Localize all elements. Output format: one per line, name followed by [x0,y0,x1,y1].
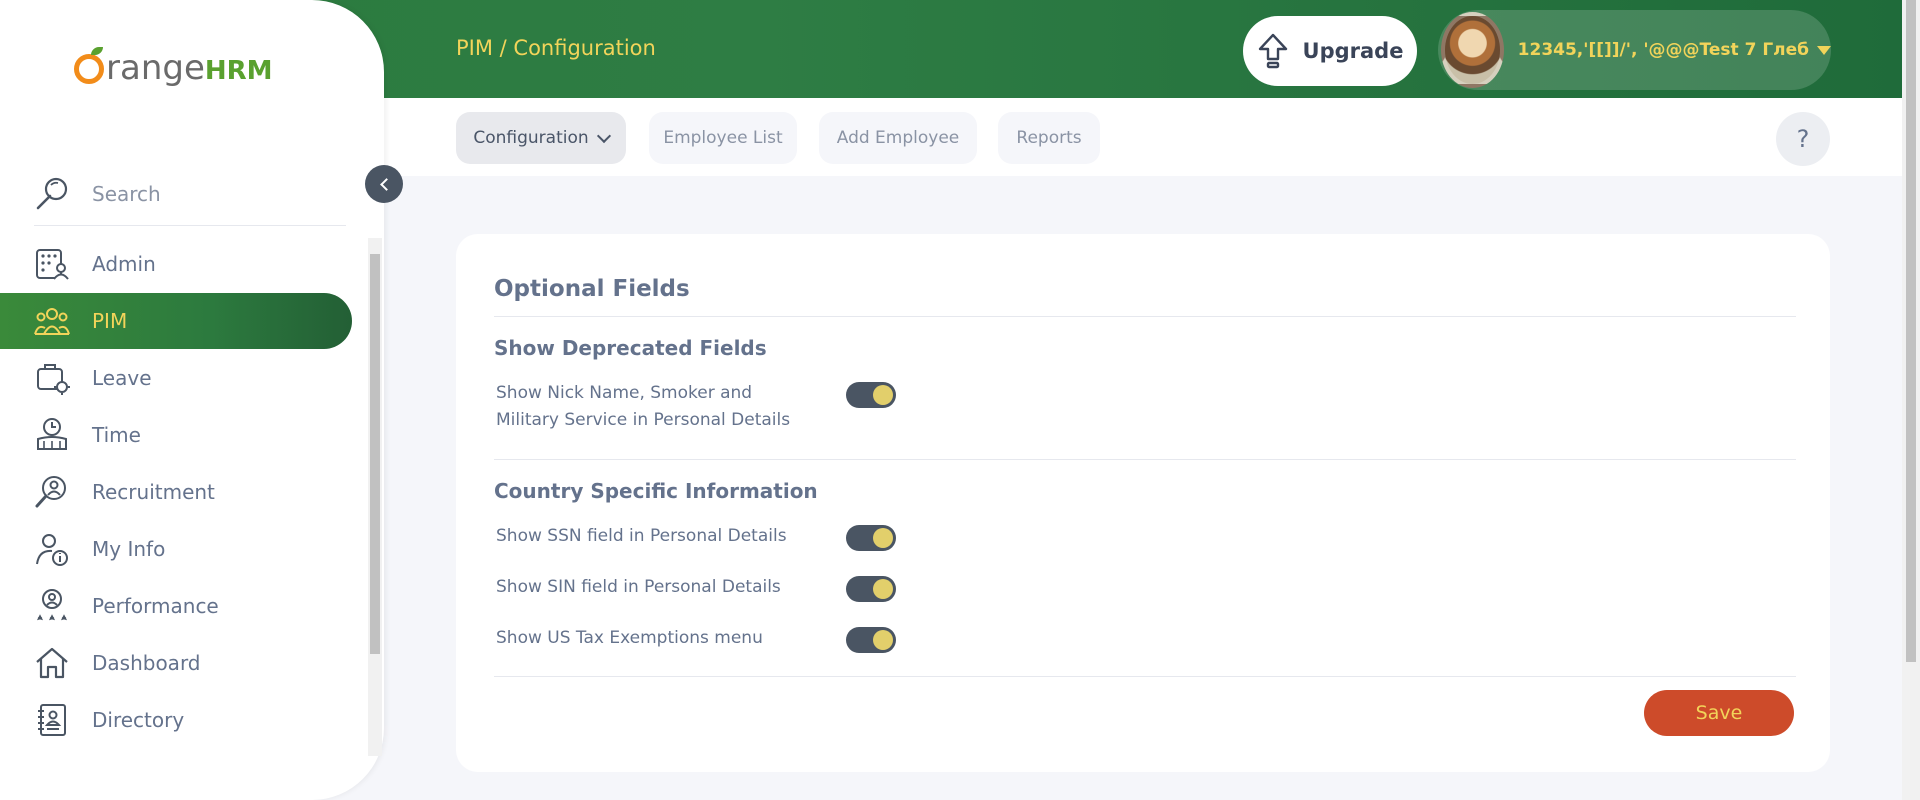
logo-hrm-text: HRM [204,56,273,86]
divider [494,459,1796,460]
sidebar: range HRM Search Admin PIM Leave Time Re… [0,0,384,800]
field-label-nick-name: Show Nick Name, Smoker and Military Serv… [496,383,791,430]
search-placeholder: Search [92,181,161,206]
sidebar-item-admin[interactable]: Admin [0,236,352,292]
logo-orange-icon [74,47,104,84]
directory-icon [38,704,66,736]
toggle-knob [873,630,893,650]
sidebar-item-pim[interactable]: PIM [0,293,352,349]
sidebar-item-label: Leave [92,366,152,390]
search-icon [36,177,68,209]
tab-reports[interactable]: Reports [998,112,1100,164]
field-label-ssn: Show SSN field in Personal Details [496,526,787,546]
collapse-sidebar-button[interactable] [365,165,403,203]
sidebar-item-recruitment[interactable]: Recruitment [0,464,352,520]
tab-employee-list[interactable]: Employee List [649,112,797,164]
recruitment-icon [35,476,66,508]
chevron-left-icon [379,177,393,191]
leave-icon [37,364,70,395]
sidebar-item-dashboard[interactable]: Dashboard [0,635,352,691]
toggle-knob [873,579,893,599]
dashboard-icon [36,647,68,679]
sidebar-item-label: Recruitment [92,480,215,504]
sidebar-item-label: Dashboard [92,651,201,675]
avatar [1441,12,1504,88]
divider [494,316,1796,317]
sidebar-item-my-info[interactable]: My Info [0,521,352,577]
orangehrm-logo: range HRM [74,47,273,88]
sidebar-item-leave[interactable]: Leave [0,350,352,406]
logo-text: range [106,48,205,88]
sidebar-item-label: My Info [92,537,166,561]
sidebar-item-label: Directory [92,708,185,732]
toggle-ssn-field[interactable] [846,525,896,551]
optional-fields-card: Optional Fields Show Deprecated Fields S… [456,234,1830,772]
upgrade-button[interactable]: Upgrade [1243,16,1417,86]
toggle-knob [873,385,893,405]
pim-icon [34,308,70,335]
section-title-country-specific: Country Specific Information [494,479,818,503]
sidebar-item-label: Performance [92,594,219,618]
sub-navigation: Configuration Employee List Add Employee… [384,98,1902,176]
tab-reports-label: Reports [1016,128,1082,148]
caret-down-icon [1817,45,1831,55]
field-label-us-tax: Show US Tax Exemptions menu [496,628,763,648]
sidebar-item-label: PIM [92,309,128,333]
user-dropdown[interactable]: 12345,'[[]]/', '@@@Test 7 Глеб [1438,10,1831,90]
my-info-icon [36,534,68,566]
field-label-sin: Show SIN field in Personal Details [496,577,781,597]
chevron-down-icon [596,128,611,143]
performance-icon [36,589,68,621]
page-title: Optional Fields [494,276,690,302]
toggle-sin-field[interactable] [846,576,896,602]
toggle-knob [873,528,893,548]
upgrade-label: Upgrade [1302,39,1404,63]
admin-icon [36,249,69,280]
page-scrollbar[interactable] [1902,0,1920,800]
page-breadcrumb: PIM / Configuration [456,36,656,60]
sidebar-scrollbar[interactable] [368,238,382,756]
user-name: 12345,'[[]]/', '@@@Test 7 Глеб [1517,40,1809,60]
tab-add-employee-label: Add Employee [836,128,960,148]
sidebar-item-label: Admin [92,252,156,276]
toggle-deprecated-fields[interactable] [846,382,896,408]
page-scrollbar-thumb[interactable] [1906,0,1916,662]
help-label: ? [1796,125,1810,153]
tab-configuration[interactable]: Configuration [456,112,626,164]
tab-employee-list-label: Employee List [663,128,783,148]
help-button[interactable]: ? [1776,112,1830,166]
section-title-deprecated-fields: Show Deprecated Fields [494,336,767,360]
sidebar-search[interactable]: Search [34,162,346,226]
tab-add-employee[interactable]: Add Employee [819,112,977,164]
save-button[interactable]: Save [1644,690,1794,736]
sidebar-item-time[interactable]: Time [0,407,352,463]
upgrade-arrow-icon [1258,33,1287,69]
sidebar-item-directory[interactable]: Directory [0,692,352,748]
divider [494,676,1796,677]
tab-configuration-label: Configuration [473,128,589,148]
toggle-us-tax-exemptions[interactable] [846,627,896,653]
sidebar-scrollbar-thumb[interactable] [370,254,380,654]
sidebar-item-performance[interactable]: Performance [0,578,352,634]
sidebar-item-label: Time [92,423,141,447]
time-icon [37,418,67,450]
